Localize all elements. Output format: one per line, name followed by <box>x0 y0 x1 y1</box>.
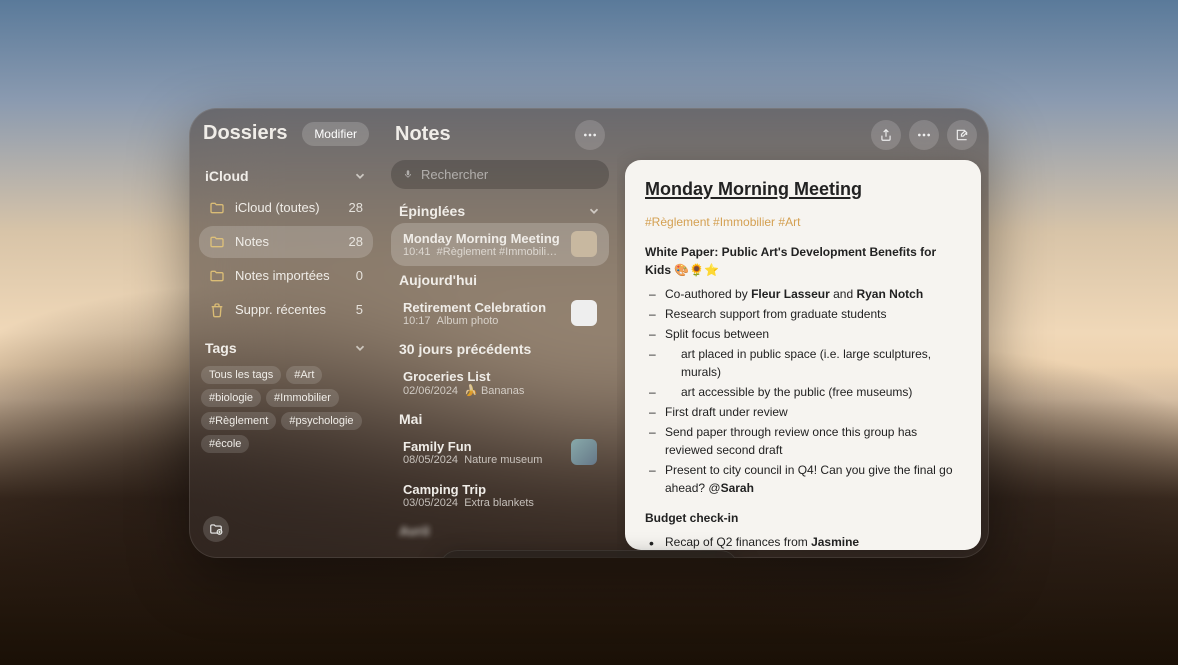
format-toolbar: Aa <box>440 550 739 558</box>
search-input[interactable] <box>421 167 597 182</box>
tags-container: Tous les tags #Art #biologie #Immobilier… <box>199 364 373 455</box>
folder-imported[interactable]: Notes importées 0 <box>199 260 373 292</box>
chevron-down-icon <box>587 204 601 218</box>
note-item[interactable]: Family Fun 08/05/2024 Nature museum <box>391 431 609 474</box>
wp-heading: White Paper: Public Art's Development Be… <box>645 243 961 279</box>
tag-chip[interactable]: #psychologie <box>281 412 361 430</box>
microphone-icon <box>403 168 413 180</box>
tag-chip[interactable]: Tous les tags <box>201 366 281 384</box>
share-button[interactable] <box>871 120 901 150</box>
ellipsis-icon <box>582 127 598 143</box>
group-pinned[interactable]: Épinglées <box>391 197 609 223</box>
tags-header[interactable]: Tags <box>199 336 373 360</box>
note-thumbnail <box>571 231 597 257</box>
tag-chip[interactable]: #biologie <box>201 389 261 407</box>
new-folder-button[interactable] <box>203 516 229 542</box>
note-body[interactable]: Monday Morning Meeting #Règlement #Immob… <box>625 160 981 550</box>
account-header[interactable]: iCloud <box>199 164 373 188</box>
budget-heading: Budget check-in <box>645 509 961 527</box>
chevron-down-icon <box>353 169 367 183</box>
note-thumbnail <box>571 300 597 326</box>
chevron-down-icon <box>353 341 367 355</box>
folder-icon <box>209 268 225 284</box>
tags-label: Tags <box>205 340 237 356</box>
folder-plus-icon <box>209 522 223 536</box>
note-thumbnail <box>571 439 597 465</box>
group-april: Avril <box>391 517 609 543</box>
note-item[interactable]: Camping Trip 03/05/2024 Extra blankets <box>391 474 609 517</box>
tag-chip[interactable]: #Règlement <box>201 412 276 430</box>
sidebar-title: Dossiers <box>203 122 288 145</box>
compose-button[interactable] <box>947 120 977 150</box>
tag-chip[interactable]: #Immobilier <box>266 389 339 407</box>
tag-chip[interactable]: #Art <box>286 366 322 384</box>
notes-list: Notes Épinglées Monday Morning Meeting 1… <box>383 108 617 558</box>
trash-icon <box>209 302 225 318</box>
list-title: Notes <box>395 123 451 146</box>
budget-list: Recap of Q2 finances from Jasmine Discus… <box>645 533 961 550</box>
folder-icon <box>209 234 225 250</box>
note-count: 28 notes <box>391 543 609 548</box>
group-30days: 30 jours précédents <box>391 335 609 361</box>
folder-icon <box>209 200 225 216</box>
note-tags: #Règlement #Immobilier #Art <box>645 213 961 231</box>
wp-list: Co-authored by Fleur Lasseur and Ryan No… <box>645 285 961 497</box>
folder-trash[interactable]: Suppr. récentes 5 <box>199 294 373 326</box>
share-icon <box>879 128 893 142</box>
sidebar: Dossiers Modifier iCloud iCloud (toutes)… <box>189 108 383 558</box>
modify-button[interactable]: Modifier <box>302 122 369 146</box>
notes-window: Dossiers Modifier iCloud iCloud (toutes)… <box>189 108 989 558</box>
list-more-button[interactable] <box>575 120 605 150</box>
editor: Monday Morning Meeting #Règlement #Immob… <box>617 108 989 558</box>
note-title: Monday Morning Meeting <box>645 176 961 203</box>
ellipsis-icon <box>916 127 932 143</box>
account-label: iCloud <box>205 168 249 184</box>
folder-notes[interactable]: Notes 28 <box>199 226 373 258</box>
editor-more-button[interactable] <box>909 120 939 150</box>
search-bar[interactable] <box>391 160 609 189</box>
note-item[interactable]: Retirement Celebration 10:17 Album photo <box>391 292 609 335</box>
compose-icon <box>955 128 969 142</box>
note-item[interactable]: Monday Morning Meeting 10:41 #Règlement … <box>391 223 609 266</box>
group-today: Aujourd'hui <box>391 266 609 292</box>
group-may: Mai <box>391 405 609 431</box>
folder-icloud-all[interactable]: iCloud (toutes) 28 <box>199 192 373 224</box>
note-item[interactable]: Groceries List 02/06/2024 🍌 Bananas <box>391 361 609 405</box>
tag-chip[interactable]: #école <box>201 435 249 453</box>
